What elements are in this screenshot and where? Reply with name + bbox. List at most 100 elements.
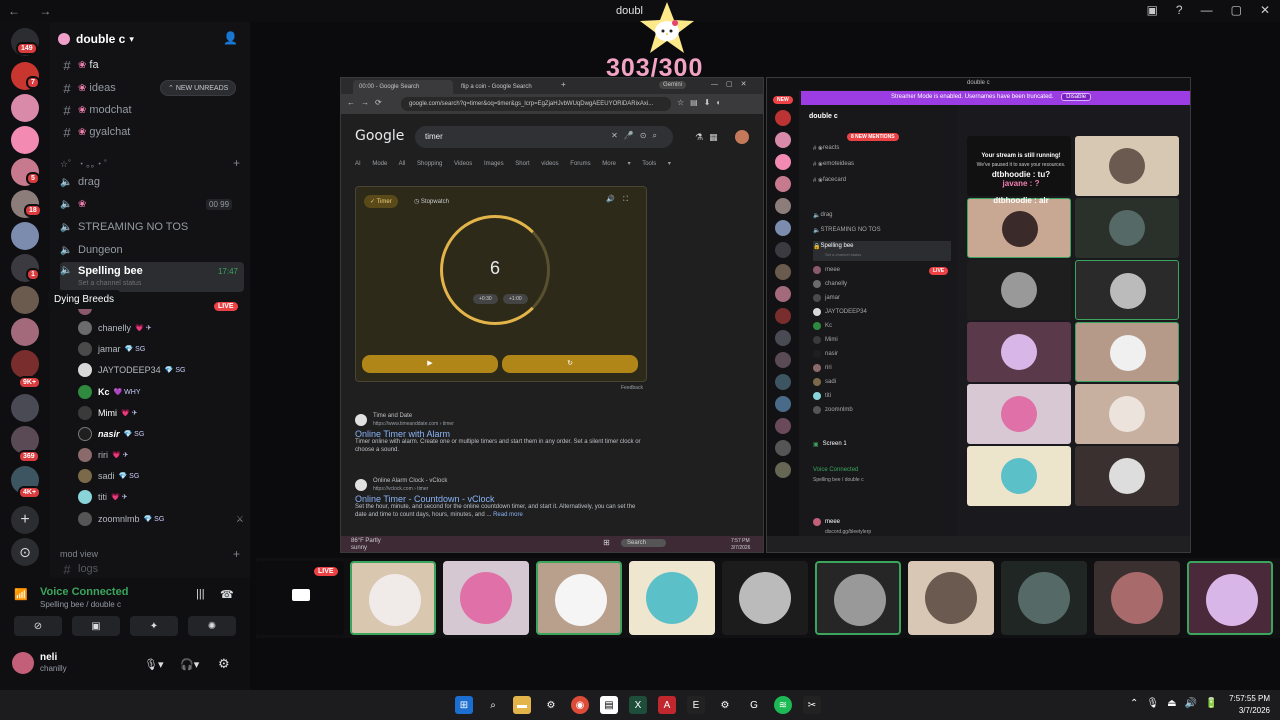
nav-buttons[interactable]: ←→⟳ [347,98,388,107]
add-server-icon[interactable]: + [11,506,39,534]
voice-category[interactable]: ☆゜・。。・゜ + [60,156,240,170]
participant-tile[interactable] [443,561,529,635]
mini-member[interactable]: zoomnlmb [813,405,951,415]
invite-icon[interactable]: 👤 [223,31,238,45]
weather-widget[interactable]: 86°F Partly sunny [351,538,391,552]
mini-member[interactable]: nasir [813,349,951,359]
participant-tile[interactable] [722,561,808,635]
reset-button[interactable]: ↻ [502,355,638,373]
server-icon[interactable] [775,132,791,148]
server-icon[interactable] [775,264,791,280]
mini-voice-connected[interactable]: Voice Connected [813,465,951,475]
voice-member[interactable]: titi 💗 ✈ [78,487,238,507]
mini-channel[interactable]: # ❀ reacts [813,143,951,153]
voice-channel-flower[interactable]: 🔈 ❀ 00 99 [60,194,244,214]
video-tile[interactable] [1075,136,1179,196]
maximize-icon[interactable]: ▢ [1231,3,1242,17]
voice-member[interactable]: riri 💗 ✈ [78,445,238,465]
server-icon[interactable] [775,396,791,412]
result-title[interactable]: Online Timer - Countdown - vClock [355,495,645,504]
video-tile[interactable] [967,384,1071,444]
mini-member[interactable]: Mimi [813,335,951,345]
system-clock[interactable]: 7:57:55 PM 3/7/2026 [1229,693,1270,717]
server-folder-icon[interactable] [11,318,39,346]
disable-streamer-mode-button[interactable]: Disable [1061,93,1092,101]
server-icon[interactable] [775,110,791,126]
participant-tile[interactable] [536,561,622,635]
voice-member[interactable]: jamar 💎 SG [78,339,238,359]
server-icon[interactable] [775,286,791,302]
channel-modchat[interactable]: # ❀ modchat [60,100,244,120]
username[interactable]: neli [40,652,57,663]
new-tab-icon[interactable]: + [561,80,566,89]
mini-voice-channel-active[interactable]: 🔒 Spelling bee Set a channel status [813,241,951,261]
mini-user[interactable]: meee [813,517,951,527]
video-tile[interactable] [1075,322,1179,382]
window-controls[interactable]: —▢✕ [711,80,754,88]
participant-tile[interactable] [815,561,901,635]
video-tile[interactable] [967,446,1071,506]
screen-share-tile[interactable]: LIVE [256,561,344,635]
video-tile[interactable] [1075,198,1179,258]
epic-games-icon[interactable]: E [687,696,705,714]
server-icon[interactable] [775,308,791,324]
minimize-icon[interactable]: — [1201,3,1213,17]
notepad-icon[interactable]: ▤ [600,696,618,714]
mini-channel[interactable]: # ❀ facecard [813,175,951,185]
noise-suppression-icon[interactable]: ||| [196,588,205,600]
channel-logs[interactable]: # logs [60,562,244,577]
channel-gyalchat[interactable]: # ❀ gyalchat [60,122,244,142]
server-icon[interactable] [775,242,791,258]
profile-avatar[interactable] [735,130,749,144]
guild-header[interactable]: double c ▾ 👤 [58,30,244,48]
voice-member[interactable]: JAYTODEEP34 💎 SG [78,360,238,380]
windows-start-icon[interactable]: ⊞ [455,696,473,714]
sound-fullscreen-icons[interactable]: 🔊⛶ [606,195,636,204]
system-tray-icons[interactable]: ⌃🎙⏏🔊🔋 [1130,698,1225,709]
video-tile[interactable] [967,322,1071,382]
apps-icons[interactable]: ⚗▦ [695,132,724,143]
server-icon[interactable] [775,330,791,346]
participant-tile[interactable] [1001,561,1087,635]
server-icon[interactable] [775,154,791,170]
voice-channel-streaming[interactable]: 🔈 STREAMING NO TOS [60,217,244,237]
screen-share-button[interactable]: ▣ [72,616,120,636]
acrobat-icon[interactable]: A [658,696,676,714]
result-title[interactable]: Online Timer with Alarm [355,430,645,439]
voice-channel-drag[interactable]: 🔈 drag [60,172,244,192]
server-icon-dying-breeds[interactable] [11,286,39,314]
camera-off-button[interactable]: ⊘ [14,616,62,636]
avatar[interactable] [12,652,34,674]
chrome-icon[interactable]: ◉ [571,696,589,714]
result-url[interactable]: https://vclock.com › timer [373,485,447,493]
read-more-link[interactable]: Read more [493,512,523,518]
mini-member[interactable]: titi [813,391,951,401]
mini-member[interactable]: riri [813,363,951,373]
google-logo[interactable]: Google [355,128,404,144]
tab-timer-search[interactable]: 00:00 - Google Search [353,80,453,94]
video-tile[interactable] [1075,260,1179,320]
discover-icon[interactable]: ⊙ [11,538,39,566]
participant-tile[interactable] [1187,561,1273,635]
mini-channel[interactable]: # ❀ emoteideas [813,159,951,169]
voice-connected-label[interactable]: Voice Connected [40,586,128,598]
server-icon[interactable] [775,352,791,368]
mini-member[interactable]: sadi [813,377,951,387]
steam-icon[interactable]: ⚙ [542,696,560,714]
voice-member[interactable]: sadi 💎 SG [78,466,238,486]
voice-channel-dungeon[interactable]: 🔈 Dungeon [60,240,244,260]
voice-channel-path[interactable]: Spelling bee / double c [40,600,121,609]
mini-member[interactable]: JAYTODEEP34 [813,307,951,317]
channel-fa[interactable]: # ❀ fa [60,55,244,75]
new-mentions-badge[interactable]: 8 NEW MENTIONS [847,133,899,141]
microphone-icon[interactable]: 🎙▾ [144,658,164,671]
voice-channel-spelling-bee[interactable]: 🔈 Spelling bee 17:47 Set a channel statu… [60,262,244,292]
participant-tile[interactable] [629,561,715,635]
server-icon[interactable] [775,198,791,214]
tab-flip-coin[interactable]: flip a coin - Google Search [455,80,555,94]
history-nav[interactable]: ← → [8,4,59,18]
voice-member[interactable]: Kc 💜 WHY [78,382,238,402]
video-tile[interactable] [967,198,1071,258]
server-folder-icon[interactable] [11,350,39,378]
search-icon[interactable]: ⌕ [484,696,502,714]
